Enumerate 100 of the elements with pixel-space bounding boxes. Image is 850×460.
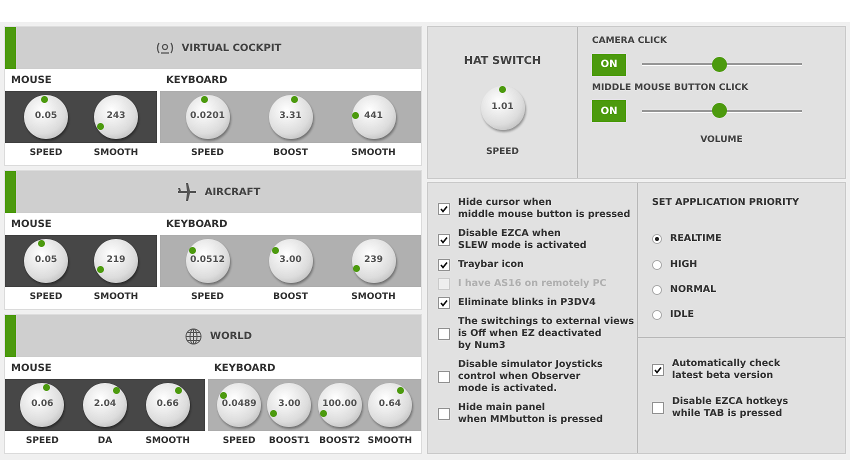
knob[interactable]: 0.64 <box>368 383 412 427</box>
knob-value: 0.64 <box>378 398 401 412</box>
toggle-button[interactable]: ON <box>592 54 626 76</box>
check-icon <box>440 299 448 307</box>
check-icon <box>440 205 448 213</box>
knob-indicator <box>97 122 104 130</box>
radio-button[interactable] <box>652 260 662 270</box>
airplane-icon <box>176 183 197 201</box>
knob-label: SMOOTH <box>94 291 138 304</box>
group-label: MOUSE <box>11 74 52 88</box>
knob-value: 3.00 <box>278 398 300 412</box>
radio-button[interactable] <box>652 284 662 295</box>
knob[interactable]: 0.66 <box>146 383 190 427</box>
radio-button[interactable] <box>652 310 662 320</box>
knob-value: 0.0512 <box>190 254 225 268</box>
option-label: Automatically check latest beta version <box>672 358 780 382</box>
knob-label: SMOOTH <box>145 435 190 448</box>
check-icon <box>654 366 662 374</box>
knob[interactable]: 0.0489 <box>217 383 262 427</box>
knob[interactable]: 441 <box>352 95 396 139</box>
group-label: MOUSE <box>11 362 52 376</box>
knob-label: SPEED <box>26 435 59 448</box>
knob-indicator <box>40 96 48 103</box>
group-label: MOUSE <box>11 218 52 232</box>
knob-value: 100.00 <box>322 398 357 412</box>
accent-bar <box>5 27 16 69</box>
volume-slider[interactable] <box>642 104 802 118</box>
knob-label: BOOST1 <box>268 435 310 448</box>
globe-icon <box>185 328 202 344</box>
checkbox[interactable] <box>438 234 450 246</box>
radio-label: NORMAL <box>670 282 716 297</box>
knob[interactable]: 219 <box>94 239 138 283</box>
knob-value: 239 <box>364 254 383 268</box>
checkbox[interactable] <box>438 328 450 340</box>
radio-label: REALTIME <box>670 232 722 246</box>
knob-indicator <box>96 266 104 274</box>
knob[interactable]: 3.31 <box>268 95 312 139</box>
knob[interactable]: 3.00 <box>268 239 312 283</box>
knob-label: SMOOTH <box>351 291 396 304</box>
volume-label: VOLUME <box>700 134 743 147</box>
knob-indicator <box>112 387 120 394</box>
knob-indicator <box>320 410 328 418</box>
volume-slider[interactable] <box>642 58 802 72</box>
knob-value: 1.01 <box>491 100 514 114</box>
knob-value: 3.00 <box>279 254 302 268</box>
knob-label: SPEED <box>191 291 224 304</box>
slider-thumb[interactable] <box>712 103 727 118</box>
knob[interactable]: 0.0201 <box>186 95 230 139</box>
option-label: Hide main panel when MMbutton is pressed <box>458 402 603 426</box>
section-title: VIRTUAL COCKPIT <box>182 42 282 56</box>
option-label: Hide cursor when middle mouse button is pressed <box>458 197 630 221</box>
slider-thumb[interactable] <box>712 56 727 72</box>
knob-label: BOOST <box>273 291 308 304</box>
knob-value: 0.66 <box>156 398 179 412</box>
knob-indicator <box>43 384 50 391</box>
option-label: Traybar icon <box>458 259 524 271</box>
knob[interactable]: 2.04 <box>83 383 127 427</box>
checkbox[interactable] <box>652 364 664 376</box>
checkbox[interactable] <box>438 371 450 383</box>
knob-label: BOOST2 <box>319 435 360 448</box>
accent-bar <box>5 171 16 213</box>
checkbox[interactable] <box>652 402 664 414</box>
knob-label: SPEED <box>30 291 62 304</box>
check-icon <box>440 236 448 244</box>
knob-indicator <box>353 264 360 272</box>
knob[interactable]: 100.00 <box>318 383 362 427</box>
option-label: Disable EZCA hotkeys while TAB is pressed <box>672 396 788 420</box>
sound-label: MIDDLE MOUSE BUTTON CLICK <box>592 82 750 94</box>
priority-title: SET APPLICATION PRIORITY <box>652 196 800 210</box>
knob-label: SPEED <box>30 147 62 160</box>
section-title: WORLD <box>210 330 252 344</box>
knob[interactable]: 0.05 <box>24 95 68 139</box>
option-label: Disable EZCA when SLEW mode is activated <box>458 228 587 252</box>
checkbox[interactable] <box>438 408 450 420</box>
checkbox[interactable] <box>438 203 450 215</box>
group-label: KEYBOARD <box>166 218 228 232</box>
knob-indicator <box>499 86 506 93</box>
knob-indicator <box>270 410 278 418</box>
toggle-button[interactable]: ON <box>592 100 626 122</box>
knob-value: 2.04 <box>94 398 116 412</box>
knob-value: 243 <box>106 110 126 124</box>
knob-indicator <box>201 96 208 103</box>
knob[interactable]: 3.00 <box>267 383 312 427</box>
group-label: KEYBOARD <box>214 362 276 376</box>
knob-value: 0.05 <box>34 254 58 268</box>
knob[interactable]: 243 <box>94 95 138 139</box>
knob[interactable]: 239 <box>352 239 396 283</box>
checkbox[interactable] <box>438 259 450 271</box>
accent-bar <box>5 315 16 357</box>
knob[interactable]: 0.06 <box>20 383 64 427</box>
knob[interactable]: 1.01 <box>480 86 524 130</box>
checkbox[interactable] <box>438 297 450 309</box>
check-icon <box>440 261 448 269</box>
knob-label: SMOOTH <box>94 147 138 160</box>
knob[interactable]: 0.0512 <box>186 239 230 283</box>
radio-button[interactable] <box>652 234 662 244</box>
group-label: KEYBOARD <box>166 74 228 88</box>
knob-value: 0.0489 <box>222 398 256 412</box>
knob[interactable]: 0.05 <box>24 239 68 283</box>
knob-label: SMOOTH <box>368 435 412 448</box>
